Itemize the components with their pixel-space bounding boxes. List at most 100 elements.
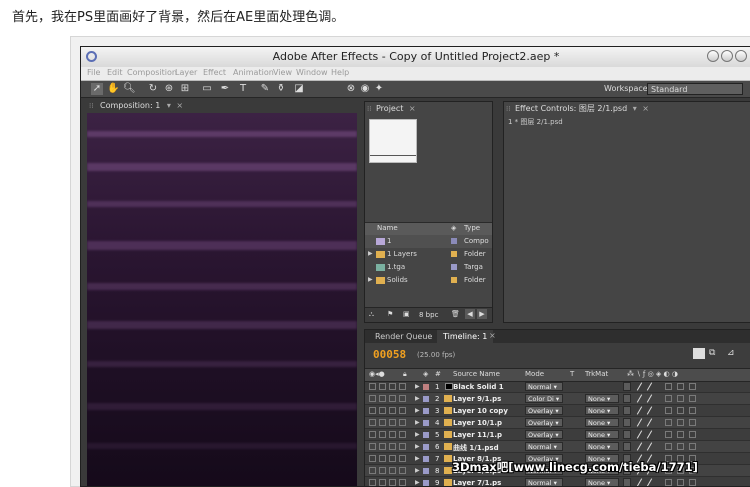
3d-layer-switch[interactable] — [689, 419, 696, 426]
lock-toggle-icon[interactable] — [399, 407, 406, 414]
comp-marker-icon[interactable] — [693, 348, 705, 359]
effect-switch-icon[interactable] — [646, 430, 653, 439]
audio-toggle-icon[interactable] — [379, 443, 386, 450]
layer-mode-select[interactable]: Color Di ▾ — [525, 394, 563, 403]
maximize-button[interactable] — [721, 50, 733, 62]
video-toggle-icon[interactable] — [369, 383, 376, 390]
axis-mode-icon[interactable]: ⊗ — [345, 83, 357, 95]
live-update-icon[interactable]: ⧉ — [709, 348, 715, 358]
lock-column-icon[interactable]: 🔒︎ — [403, 370, 407, 379]
timeline-close-icon[interactable]: × — [489, 331, 496, 340]
expand-arrow-icon[interactable]: ▶ — [415, 395, 420, 402]
3d-layer-switch[interactable] — [689, 383, 696, 390]
layer-trkmat-select[interactable]: None ▾ — [585, 406, 619, 415]
solo-toggle-icon[interactable] — [389, 395, 396, 402]
lock-toggle-icon[interactable] — [399, 383, 406, 390]
3d-layer-switch[interactable] — [689, 395, 696, 402]
layer-switch-shy[interactable] — [623, 418, 631, 427]
layer-trkmat-select[interactable]: None ▾ — [585, 478, 619, 486]
timeline-layer-row[interactable]: ▶ 5 Layer 11/1.p Overlay ▾ None ▾ — [365, 429, 750, 441]
adjustment-switch[interactable] — [677, 395, 684, 402]
orbit-camera-tool-icon[interactable]: ⊛ — [163, 83, 175, 95]
layer-mode-select[interactable]: Overlay ▾ — [525, 406, 563, 415]
quality-switch-icon[interactable] — [636, 430, 643, 439]
video-toggle-icon[interactable] — [369, 467, 376, 474]
number-column-icon[interactable]: # — [435, 370, 441, 378]
project-item[interactable]: 1 Compo — [365, 235, 492, 248]
layer-source-name[interactable]: Black Solid 1 — [453, 383, 504, 391]
expand-arrow-icon[interactable]: ▶ — [368, 250, 373, 257]
new-folder-icon[interactable]: ⚑ — [387, 310, 393, 318]
hand-tool-icon[interactable]: ✋ — [107, 83, 119, 95]
eraser-tool-icon[interactable]: ◪ — [293, 83, 305, 95]
layer-mode-select[interactable]: Overlay ▾ — [525, 418, 563, 427]
layer-switch-shy[interactable] — [623, 442, 631, 451]
col-name[interactable]: Name — [377, 224, 398, 232]
quality-switch-icon[interactable] — [636, 394, 643, 403]
label-swatch[interactable] — [451, 264, 457, 270]
layer-mode-select[interactable]: Normal ▾ — [525, 382, 563, 391]
video-toggle-icon[interactable] — [369, 431, 376, 438]
timeline-layer-row[interactable]: ▶ 9 Layer 7/1.ps Normal ▾ None ▾ — [365, 477, 750, 486]
quality-switch-icon[interactable] — [636, 406, 643, 415]
switches-icon[interactable]: ⁂ ∖ ƒ ◎ ◈ ◐ ◑ — [627, 370, 678, 378]
motion-blur-switch[interactable] — [665, 443, 672, 450]
quality-switch-icon[interactable] — [636, 382, 643, 391]
menu-view[interactable]: View — [273, 68, 292, 77]
layer-source-name[interactable]: Layer 9/1.ps — [453, 395, 501, 403]
3d-layer-switch[interactable] — [689, 431, 696, 438]
motion-blur-switch[interactable] — [665, 431, 672, 438]
lock-toggle-icon[interactable] — [399, 443, 406, 450]
video-toggle-icon[interactable] — [369, 407, 376, 414]
layer-switch-shy[interactable] — [623, 478, 631, 486]
layer-source-name[interactable]: Layer 11/1.p — [453, 431, 502, 439]
lock-toggle-icon[interactable] — [399, 455, 406, 462]
expand-arrow-icon[interactable]: ▶ — [415, 443, 420, 450]
menu-layer[interactable]: Layer — [175, 68, 197, 77]
solo-toggle-icon[interactable] — [389, 455, 396, 462]
type-tool-icon[interactable]: T — [237, 83, 249, 95]
motion-blur-switch[interactable] — [665, 407, 672, 414]
menu-composition[interactable]: Composition — [127, 68, 177, 77]
3d-layer-switch[interactable] — [689, 407, 696, 414]
project-item[interactable]: ▶ 1 Layers Folder — [365, 248, 492, 261]
layer-source-name[interactable]: Layer 10 copy — [453, 407, 508, 415]
menu-help[interactable]: Help — [331, 68, 349, 77]
layer-trkmat-select[interactable]: None ▾ — [585, 418, 619, 427]
layer-trkmat-select[interactable]: None ▾ — [585, 430, 619, 439]
solo-toggle-icon[interactable] — [389, 383, 396, 390]
solo-toggle-icon[interactable] — [389, 431, 396, 438]
layer-source-name[interactable]: 曲线 1/1.psd — [453, 443, 499, 453]
layer-label-swatch[interactable] — [423, 408, 429, 414]
col-type[interactable]: Type — [464, 224, 480, 232]
video-toggle-icon[interactable] — [369, 443, 376, 450]
effect-switch-icon[interactable] — [646, 382, 653, 391]
av-features-icon[interactable]: ◉◂● — [369, 370, 385, 378]
expand-arrow-icon[interactable]: ▶ — [415, 419, 420, 426]
rotate-tool-icon[interactable]: ↻ — [147, 83, 159, 95]
draft-3d-icon[interactable]: ⊿ — [727, 348, 735, 358]
adjustment-switch[interactable] — [677, 419, 684, 426]
col-mode[interactable]: Mode — [525, 370, 544, 378]
trash-icon[interactable]: 🗑︎ — [451, 310, 460, 318]
minimize-button[interactable] — [707, 50, 719, 62]
quality-switch-icon[interactable] — [636, 418, 643, 427]
label-column-icon[interactable]: ◈ — [451, 224, 456, 232]
menu-animation[interactable]: Animation — [233, 68, 274, 77]
expand-arrow-icon[interactable]: ▶ — [368, 276, 373, 283]
layer-label-swatch[interactable] — [423, 480, 429, 486]
video-toggle-icon[interactable] — [369, 419, 376, 426]
rectangle-mask-tool-icon[interactable]: ▭ — [201, 83, 213, 95]
quality-switch-icon[interactable] — [636, 442, 643, 451]
label-swatch[interactable] — [451, 277, 457, 283]
timeline-layer-row[interactable]: ▶ 6 曲线 1/1.psd Normal ▾ None ▾ — [365, 441, 750, 453]
quality-switch-icon[interactable] — [636, 478, 643, 486]
audio-toggle-icon[interactable] — [379, 455, 386, 462]
menu-edit[interactable]: Edit — [107, 68, 123, 77]
audio-toggle-icon[interactable] — [379, 431, 386, 438]
lock-toggle-icon[interactable] — [399, 467, 406, 474]
solo-toggle-icon[interactable] — [389, 443, 396, 450]
effect-controls-dropdown-icon[interactable]: ▾ — [633, 104, 637, 113]
world-axis-icon[interactable]: ◉ — [359, 83, 371, 95]
motion-blur-switch[interactable] — [665, 383, 672, 390]
